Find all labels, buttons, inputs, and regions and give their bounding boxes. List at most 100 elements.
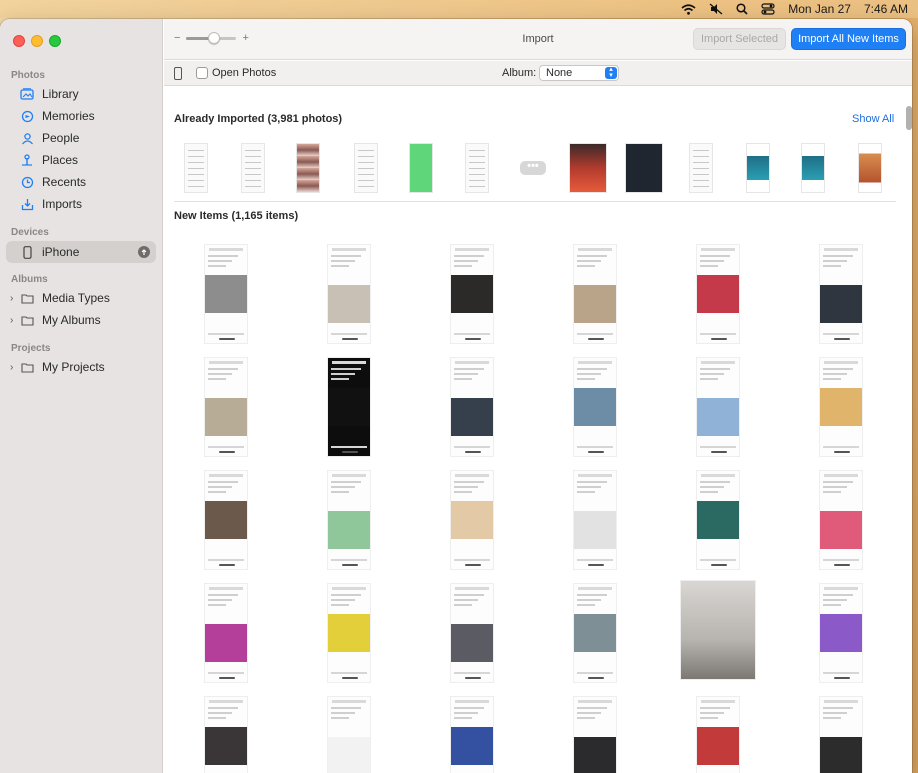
already-imported-thumbnail[interactable]	[241, 143, 265, 193]
new-item-thumbnail[interactable]	[204, 696, 248, 773]
thumbnail-header	[455, 700, 489, 703]
new-item-thumbnail[interactable]	[696, 696, 740, 773]
thumbnail-image	[451, 501, 493, 539]
thumbnail-text-line	[245, 150, 261, 151]
scrollbar[interactable]	[906, 106, 912, 130]
sidebar-item-imports[interactable]: Imports	[6, 193, 156, 215]
more-thumbnails-button[interactable]: •••	[520, 161, 546, 175]
open-photos-label[interactable]: Open Photos	[212, 67, 276, 79]
thumbnail-header	[455, 587, 489, 590]
album-select[interactable]: None ▴ ▾	[539, 65, 619, 81]
sidebar-item-places[interactable]: Places	[6, 149, 156, 171]
mute-icon[interactable]	[709, 3, 723, 15]
new-item-thumbnail[interactable]	[204, 357, 248, 457]
thumbnail-text-line	[245, 180, 261, 181]
thumbnail-text-line	[700, 265, 718, 267]
search-icon[interactable]	[736, 3, 748, 15]
thumbnail-header	[209, 587, 243, 590]
new-item-thumbnail[interactable]	[819, 696, 863, 773]
new-item-thumbnail[interactable]	[450, 244, 494, 344]
new-item-thumbnail[interactable]	[327, 357, 371, 457]
new-item-thumbnail[interactable]	[204, 244, 248, 344]
already-imported-thumbnail[interactable]	[746, 143, 770, 193]
chevron-right-icon[interactable]: ›	[10, 293, 13, 304]
thumbnail-header	[824, 474, 858, 477]
already-imported-thumbnail[interactable]	[296, 143, 320, 193]
thumbnail-home-bar	[711, 564, 727, 566]
new-item-thumbnail[interactable]	[450, 696, 494, 773]
close-window-button[interactable]	[13, 35, 25, 47]
sidebar-item-my-albums[interactable]: › My Albums	[6, 309, 156, 331]
thumbnail-text-line	[823, 717, 841, 719]
thumbnail-header	[701, 248, 735, 251]
thumbnail-text-line	[454, 707, 484, 709]
new-item-thumbnail[interactable]	[450, 583, 494, 683]
sidebar-item-people[interactable]: People	[6, 127, 156, 149]
iphone-icon	[20, 245, 34, 259]
already-imported-thumbnail[interactable]	[354, 143, 378, 193]
already-imported-thumbnail[interactable]	[689, 143, 713, 193]
new-item-thumbnail[interactable]	[204, 470, 248, 570]
import-all-new-items-button[interactable]: Import All New Items	[791, 28, 906, 50]
already-imported-thumbnail[interactable]	[801, 143, 825, 193]
new-item-thumbnail[interactable]	[819, 470, 863, 570]
already-imported-thumbnail[interactable]	[409, 143, 433, 193]
new-item-thumbnail[interactable]	[450, 357, 494, 457]
new-item-thumbnail[interactable]	[573, 696, 617, 773]
cloud-upload-icon[interactable]	[138, 246, 150, 258]
already-imported-thumbnail[interactable]	[569, 143, 607, 193]
new-item-thumbnail[interactable]	[573, 244, 617, 344]
new-item-thumbnail[interactable]	[573, 583, 617, 683]
thumbnail-text-line	[454, 594, 484, 596]
new-item-thumbnail[interactable]	[696, 357, 740, 457]
control-center-icon[interactable]	[761, 3, 775, 15]
new-item-thumbnail[interactable]	[819, 244, 863, 344]
new-item-thumbnail[interactable]	[819, 357, 863, 457]
new-item-thumbnail[interactable]	[204, 583, 248, 683]
new-item-thumbnail[interactable]	[450, 470, 494, 570]
thumbnail-text-line	[331, 604, 349, 606]
thumbnail-footer	[331, 559, 367, 561]
new-item-thumbnail[interactable]	[327, 696, 371, 773]
sidebar-item-memories[interactable]: Memories	[6, 105, 156, 127]
thumbnail-image	[574, 511, 616, 549]
new-item-thumbnail[interactable]	[696, 244, 740, 344]
new-item-thumbnail[interactable]	[573, 470, 617, 570]
new-item-thumbnail[interactable]	[696, 470, 740, 570]
sidebar-item-recents[interactable]: Recents	[6, 171, 156, 193]
wifi-icon[interactable]	[681, 3, 696, 15]
already-imported-thumbnail[interactable]	[625, 143, 663, 193]
new-item-thumbnail[interactable]	[327, 244, 371, 344]
sidebar-item-label: People	[42, 131, 80, 145]
sidebar-item-my-projects[interactable]: › My Projects	[6, 356, 156, 378]
new-item-thumbnail[interactable]	[573, 357, 617, 457]
minimize-window-button[interactable]	[31, 35, 43, 47]
sidebar-item-media-types[interactable]: › Media Types	[6, 287, 156, 309]
menubar-time[interactable]: 7:46 AM	[864, 2, 908, 16]
new-item-thumbnail[interactable]	[327, 470, 371, 570]
chevron-right-icon[interactable]: ›	[10, 315, 13, 326]
new-item-thumbnail[interactable]	[327, 583, 371, 683]
thumbnail-text-line	[693, 162, 709, 163]
thumbnail-image	[574, 614, 616, 652]
menubar-date[interactable]: Mon Jan 27	[788, 2, 851, 16]
sidebar-item-iphone[interactable]: iPhone	[6, 241, 156, 263]
import-selected-button[interactable]: Import Selected	[693, 28, 786, 50]
already-imported-thumbnail[interactable]	[465, 143, 489, 193]
thumbnail-footer	[577, 672, 613, 674]
chevron-right-icon[interactable]: ›	[10, 362, 13, 373]
new-item-thumbnail[interactable]	[819, 583, 863, 683]
thumbnail-text-line	[208, 599, 232, 601]
thumbnail-home-bar	[834, 677, 850, 679]
thumbnail-header	[209, 474, 243, 477]
new-item-thumbnail[interactable]	[680, 580, 756, 680]
thumbnail-text-line	[245, 156, 261, 157]
already-imported-thumbnail[interactable]	[858, 143, 882, 193]
thumbnail-footer	[208, 559, 244, 561]
zoom-window-button[interactable]	[49, 35, 61, 47]
show-all-link[interactable]: Show All	[852, 113, 894, 125]
thumbnail-text-line	[331, 260, 355, 262]
already-imported-thumbnail[interactable]	[184, 143, 208, 193]
open-photos-checkbox[interactable]	[196, 67, 208, 79]
sidebar-item-library[interactable]: Library	[6, 83, 156, 105]
